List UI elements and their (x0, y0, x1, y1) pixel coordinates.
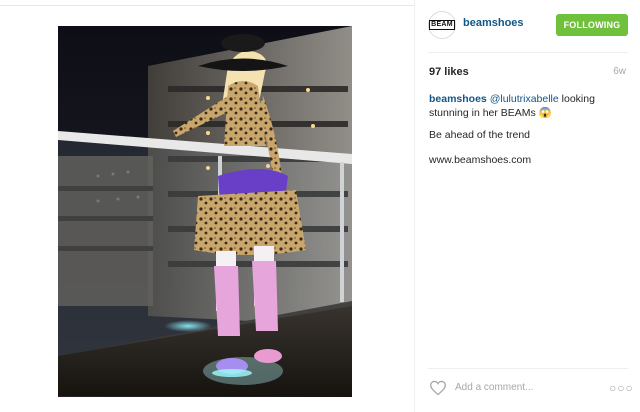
post-photo[interactable] (58, 26, 352, 397)
comment-input[interactable]: Add a comment... (455, 382, 533, 393)
caption-line-2: Be ahead of the trend (429, 129, 530, 141)
username-link[interactable]: beamshoes (463, 17, 524, 29)
following-button[interactable]: FOLLOWING (556, 14, 628, 36)
media-pane (0, 0, 414, 412)
divider (428, 368, 628, 369)
more-icon[interactable]: ○○○ (609, 381, 634, 395)
heart-icon[interactable] (429, 380, 447, 396)
avatar-logo: BEAM (429, 20, 455, 30)
caption-username[interactable]: beamshoes (429, 93, 487, 105)
post-age[interactable]: 6w (613, 66, 626, 77)
caption-mention[interactable]: @lulutrixabelle (490, 93, 559, 105)
caption-url: www.beamshoes.com (429, 154, 532, 166)
divider (0, 5, 414, 6)
caption-emoji: 😱 (538, 107, 552, 119)
likes-count[interactable]: 97 likes (429, 66, 469, 78)
avatar[interactable]: BEAM (428, 11, 456, 39)
divider (428, 52, 628, 53)
post-header: BEAM beamshoes FOLLOWING (415, 0, 640, 52)
caption: beamshoes @lulutrixabelle looking stunni… (429, 92, 629, 120)
post-details-pane: BEAM beamshoes FOLLOWING 97 likes 6w bea… (414, 0, 640, 412)
